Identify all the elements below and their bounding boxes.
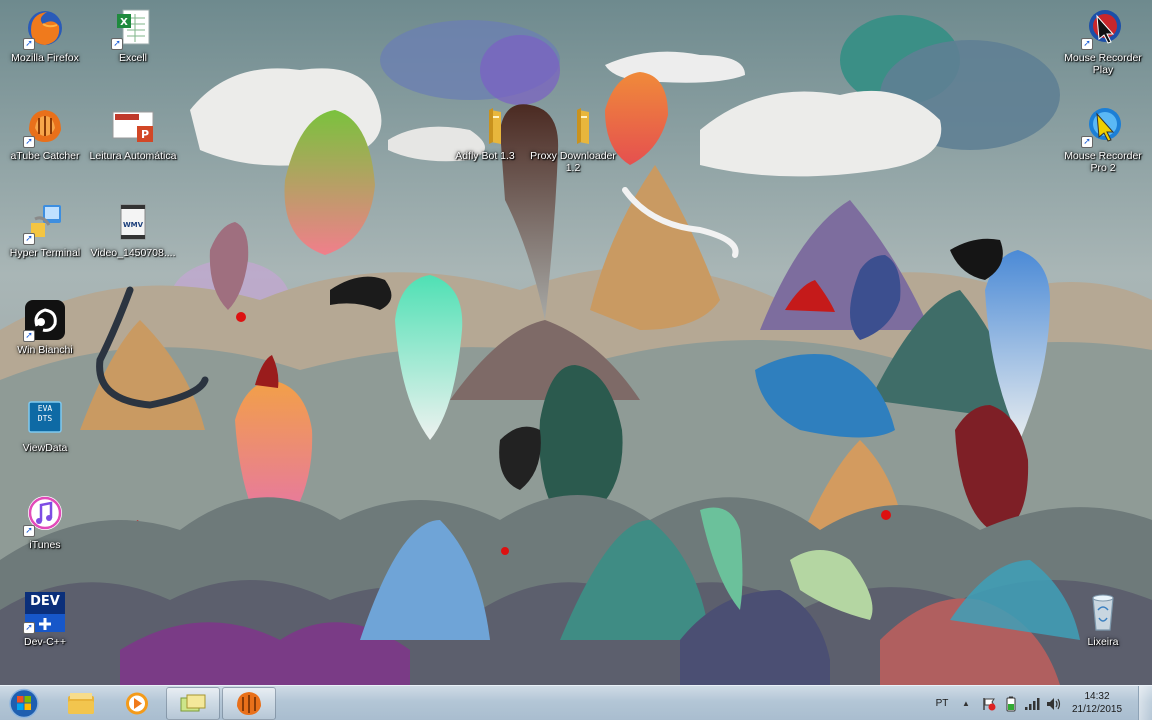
wmv-badge: WMV [122,221,144,229]
tray-network-icon[interactable] [1022,686,1042,720]
desktop-icon-video-wmv[interactable]: WMV Video_1450708.... [88,201,178,259]
taskbar-media-player-button[interactable] [110,687,164,720]
tray-volume-icon[interactable] [1044,686,1064,720]
desktop-icon-mouse-recorder-play[interactable]: ➚ Mouse Recorder Play [1058,6,1148,76]
desktop-icon-leitura-automatica[interactable]: P Leitura Automática [88,104,178,162]
desktop-icon-label: ViewData [22,442,68,454]
desktop-icon-label: Hyper Terminal [9,247,81,259]
desktop-icon-recycle-bin[interactable]: Lixeira [1058,590,1148,648]
desktop-icon-label: aTube Catcher [10,150,80,162]
start-button[interactable] [4,687,44,720]
desktop-icon-label: Win Bianchi [17,344,73,356]
show-desktop-button[interactable] [1138,686,1152,720]
hyper-terminal-icon: ➚ [23,201,67,245]
tray-power-icon[interactable] [1002,686,1020,720]
taskbar-window-switcher-button[interactable] [166,687,220,720]
folder-icon [463,104,507,148]
tray-flag-icon[interactable] [980,686,998,720]
mouse-recorder-play-icon: ➚ [1081,6,1125,50]
clock-date: 21/12/2015 [1071,704,1123,715]
powerpoint-icon: P [111,104,155,148]
desktop-icon-label: Excell [118,52,147,64]
desktop-icon-adfly-bot[interactable]: Adfly Bot 1.3 [440,104,530,162]
shortcut-arrow-icon: ➚ [23,525,35,537]
devcpp-icon: DEV ➚ [23,590,67,634]
shortcut-arrow-icon: ➚ [23,622,35,634]
folder-icon [551,104,595,148]
battery-icon [1006,696,1016,711]
desktop-icon-atube-catcher[interactable]: ➚ aTube Catcher [0,104,90,162]
desktop-icon-label: Mouse Recorder Pro 2 [1064,150,1142,174]
show-hidden-icons-button[interactable]: ▲ [958,686,974,720]
desktop-icon-excel[interactable]: X ➚ Excell [88,6,178,64]
desktop-icon-label: Video_1450708.... [90,247,176,259]
language-indicator[interactable]: PT [930,686,954,720]
wmv-video-icon: WMV [111,201,155,245]
action-center-flag-icon [983,697,996,710]
firefox-icon: ➚ [23,6,67,50]
shortcut-arrow-icon: ➚ [1081,38,1093,50]
desktop-icon-label: Lixeira [1087,636,1119,648]
language-label: PT [935,698,949,709]
windows-start-icon [9,688,39,719]
mouse-recorder-pro-icon: ➚ [1081,104,1125,148]
window-switcher-icon [180,694,206,712]
svg-text:P: P [141,128,149,141]
atube-catcher-icon: ➚ [23,104,67,148]
desktop-icon-label: iTunes [29,539,61,551]
shortcut-arrow-icon: ➚ [1081,136,1093,148]
desktop-icon-label: Mouse Recorder Play [1064,52,1142,76]
desktop-icon-label: Leitura Automática [89,150,177,162]
viewdata-icon: EVA DTS [23,396,67,440]
desktop-icon-itunes[interactable]: ➚ iTunes [0,493,90,551]
desktop-icon-label: Proxy Downloader 1.2 [530,150,616,174]
taskbar-clock[interactable]: 14:32 21/12/2015 [1064,690,1130,716]
shortcut-arrow-icon: ➚ [23,38,35,50]
svg-text:X: X [120,17,128,28]
desktop-icon-hyper-terminal[interactable]: ➚ Hyper Terminal [0,201,90,259]
shortcut-arrow-icon: ➚ [23,233,35,245]
excel-icon: X ➚ [111,6,155,50]
itunes-icon: ➚ [23,493,67,537]
clock-time: 14:32 [1084,691,1110,702]
desktop-wallpaper [0,0,1152,685]
folder-library-icon [68,693,94,714]
shortcut-arrow-icon: ➚ [111,38,123,50]
taskbar-atube-catcher-button[interactable] [222,687,276,720]
viewdata-badge: EVA DTS [37,404,53,423]
devcpp-badge: DEV [30,594,60,609]
desktop-icon-firefox[interactable]: ➚ Mozilla Firefox [0,6,90,64]
desktop-icon-label: Adfly Bot 1.3 [455,150,515,162]
taskbar-explorer-button[interactable] [54,687,108,720]
atube-catcher-icon [237,692,261,715]
desktop-icon-mouse-recorder-pro[interactable]: ➚ Mouse Recorder Pro 2 [1058,104,1148,174]
desktop-icon-devcpp[interactable]: DEV ➚ Dev-C++ [0,590,90,648]
shortcut-arrow-icon: ➚ [23,330,35,342]
taskbar: PT ▲ 14:32 21/12/2015 [0,685,1152,720]
desktop-icon-label: Dev-C++ [23,636,66,648]
desktop-icon-win-bianchi[interactable]: ➚ Win Bianchi [0,298,90,356]
desktop-icon-proxy-downloader[interactable]: Proxy Downloader 1.2 [528,104,618,174]
desktop-icon-label: Mozilla Firefox [11,52,79,64]
shortcut-arrow-icon: ➚ [23,136,35,148]
recycle-bin-icon [1081,590,1125,634]
desktop-icon-viewdata[interactable]: EVA DTS ViewData [0,396,90,454]
media-player-icon [126,692,148,715]
signal-bars-icon [1025,697,1040,710]
speaker-icon [1047,697,1061,710]
triangle-up-icon: ▲ [962,699,970,708]
win-bianchi-icon: ➚ [23,298,67,342]
